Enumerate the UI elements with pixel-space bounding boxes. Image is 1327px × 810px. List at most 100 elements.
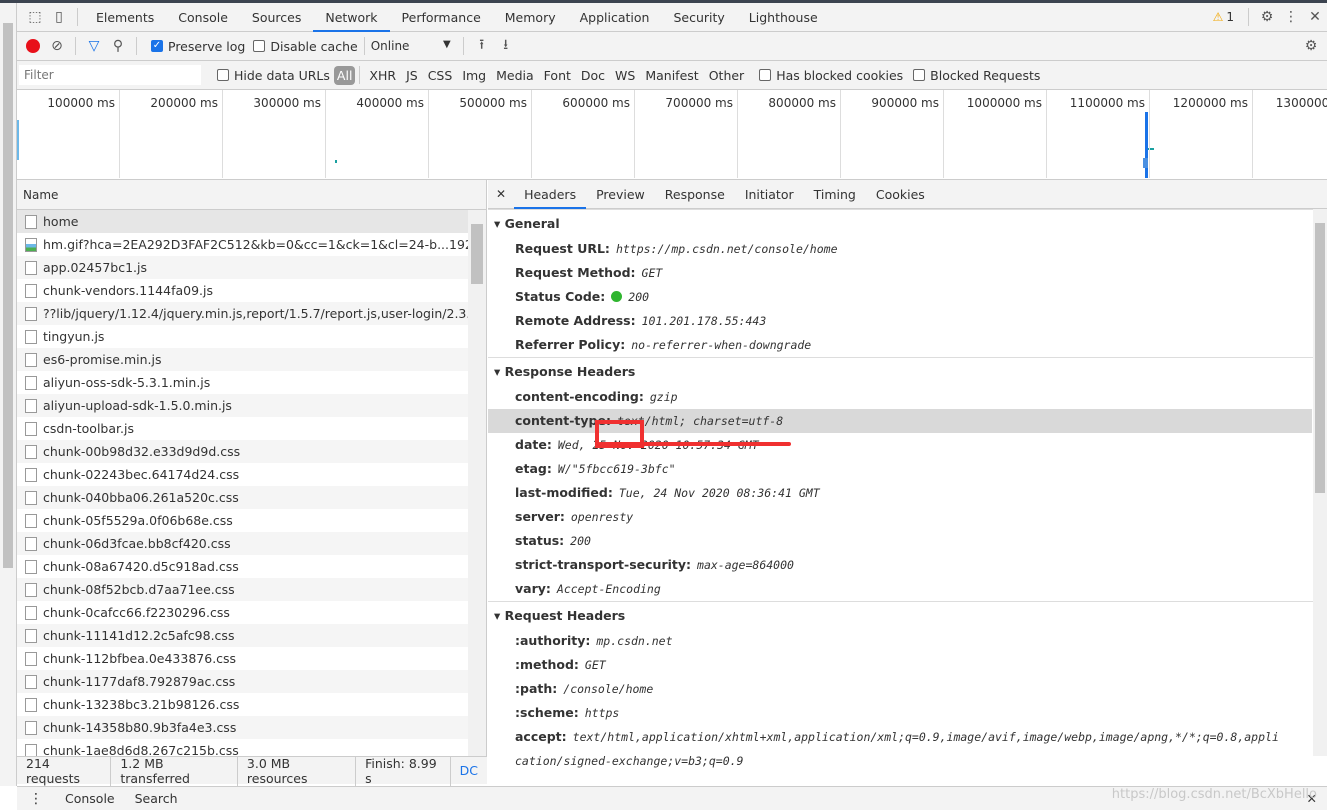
request-row[interactable]: chunk-00b98d32.e33d9d9d.css bbox=[17, 440, 468, 463]
tab-elements[interactable]: Elements bbox=[84, 3, 166, 32]
detail-scrollbar[interactable] bbox=[1313, 209, 1327, 756]
request-row[interactable]: chunk-08a67420.d5c918ad.css bbox=[17, 555, 468, 578]
drawer-tab-search[interactable]: Search bbox=[125, 791, 188, 806]
request-row[interactable]: ??lib/jquery/1.12.4/jquery.min.js,report… bbox=[17, 302, 468, 325]
throttling-value: Online bbox=[370, 39, 410, 53]
name-column-header[interactable]: Name bbox=[17, 180, 486, 210]
request-row[interactable]: app.02457bc1.js bbox=[17, 256, 468, 279]
tab-security[interactable]: Security bbox=[661, 3, 736, 32]
header-name: server: bbox=[515, 509, 565, 524]
request-row[interactable]: hm.gif?hca=2EA292D3FAF2C512&kb=0&cc=1&ck… bbox=[17, 233, 468, 256]
search-icon[interactable]: ⚲ bbox=[106, 34, 130, 58]
preserve-log-checkbox[interactable]: ✓ bbox=[151, 40, 163, 52]
request-row[interactable]: chunk-vendors.1144fa09.js bbox=[17, 279, 468, 302]
header-value: mp.csdn.net bbox=[596, 634, 673, 648]
detail-tab-headers[interactable]: Headers bbox=[514, 180, 587, 209]
request-row[interactable]: aliyun-oss-sdk-5.3.1.min.js bbox=[17, 371, 468, 394]
network-overview-timeline[interactable]: 100000 ms 200000 ms 300000 ms 400000 ms 5000… bbox=[17, 90, 1327, 180]
filter-type-img[interactable]: Img bbox=[457, 68, 491, 83]
tab-performance[interactable]: Performance bbox=[390, 3, 493, 32]
request-row[interactable]: aliyun-upload-sdk-1.5.0.min.js bbox=[17, 394, 468, 417]
filter-type-media[interactable]: Media bbox=[491, 68, 539, 83]
request-row[interactable]: chunk-040bba06.261a520c.css bbox=[17, 486, 468, 509]
filter-type-manifest[interactable]: Manifest bbox=[640, 68, 703, 83]
throttling-select[interactable]: Online ▼ bbox=[371, 39, 451, 53]
triangle-down-icon: ▾ bbox=[494, 216, 505, 231]
header-row: Referrer Policy: no-referrer-when-downgra… bbox=[488, 333, 1312, 357]
request-row[interactable]: es6-promise.min.js bbox=[17, 348, 468, 371]
hide-data-urls-checkbox[interactable] bbox=[217, 69, 229, 81]
detail-tab-initiator[interactable]: Initiator bbox=[735, 180, 804, 209]
filter-input[interactable]: Filter bbox=[19, 65, 201, 85]
request-row[interactable]: chunk-02243bec.64174d24.css bbox=[17, 463, 468, 486]
filter-type-doc[interactable]: Doc bbox=[576, 68, 610, 83]
request-list-scrollbar[interactable] bbox=[468, 210, 486, 756]
filter-type-js[interactable]: JS bbox=[401, 68, 423, 83]
section-title: Request Headers bbox=[504, 608, 626, 623]
document-file-icon bbox=[25, 284, 37, 298]
export-har-icon[interactable]: ⭳ bbox=[494, 34, 518, 58]
detail-tab-response[interactable]: Response bbox=[655, 180, 735, 209]
detail-tab-cookies[interactable]: Cookies bbox=[866, 180, 935, 209]
request-row[interactable]: chunk-05f5529a.0f06b68e.css bbox=[17, 509, 468, 532]
request-name: chunk-040bba06.261a520c.css bbox=[43, 490, 239, 505]
drawer-menu-icon[interactable]: ⋮ bbox=[17, 791, 55, 807]
tab-application[interactable]: Application bbox=[568, 3, 662, 32]
request-row[interactable]: csdn-toolbar.js bbox=[17, 417, 468, 440]
blocked-requests-checkbox[interactable] bbox=[913, 69, 926, 81]
detail-tab-timing[interactable]: Timing bbox=[804, 180, 866, 209]
header-row: Status Code: 200 bbox=[488, 285, 1312, 309]
clear-icon[interactable]: ⊘ bbox=[45, 34, 69, 58]
warning-icon[interactable]: ⚠ bbox=[1213, 10, 1224, 24]
request-row[interactable]: chunk-0cafcc66.f2230296.css bbox=[17, 601, 468, 624]
settings-icon[interactable]: ⚙ bbox=[1255, 5, 1279, 29]
disable-cache-checkbox[interactable] bbox=[253, 40, 266, 52]
more-options-icon[interactable]: ⋮ bbox=[1279, 5, 1303, 29]
device-toolbar-icon[interactable]: ▯ bbox=[47, 5, 71, 29]
scrollbar-thumb[interactable] bbox=[1315, 223, 1325, 493]
section-general[interactable]: ▾ General bbox=[488, 209, 1327, 237]
divider bbox=[77, 8, 78, 26]
warning-count[interactable]: 1 bbox=[1226, 10, 1234, 24]
filter-type-ws[interactable]: WS bbox=[610, 68, 640, 83]
page-scrollbar-thumb[interactable] bbox=[3, 23, 13, 568]
request-row[interactable]: chunk-08f52bcb.d7aa71ee.css bbox=[17, 578, 468, 601]
filter-type-all[interactable]: All bbox=[333, 65, 356, 85]
request-row[interactable]: chunk-11141d12.2c5afc98.css bbox=[17, 624, 468, 647]
request-row[interactable]: chunk-06d3fcae.bb8cf420.css bbox=[17, 532, 468, 555]
import-har-icon[interactable]: ⭱ bbox=[470, 34, 494, 58]
detail-tab-preview[interactable]: Preview bbox=[586, 180, 655, 209]
request-row[interactable]: home bbox=[17, 210, 468, 233]
has-blocked-cookies-checkbox[interactable] bbox=[759, 69, 772, 81]
tab-lighthouse[interactable]: Lighthouse bbox=[737, 3, 830, 32]
triangle-down-icon: ▾ bbox=[494, 608, 505, 623]
close-devtools-icon[interactable]: ✕ bbox=[1303, 5, 1327, 29]
inspect-element-icon[interactable]: ⬚ bbox=[23, 5, 47, 29]
header-value: GET bbox=[584, 658, 606, 672]
close-detail-icon[interactable]: ✕ bbox=[488, 187, 514, 201]
filter-type-css[interactable]: CSS bbox=[423, 68, 458, 83]
request-row[interactable]: tingyun.js bbox=[17, 325, 468, 348]
network-settings-icon[interactable]: ⚙ bbox=[1299, 34, 1323, 58]
filter-icon[interactable]: ▽ bbox=[82, 34, 106, 58]
section-request-headers[interactable]: ▾ Request Headers bbox=[488, 601, 1327, 629]
tab-memory[interactable]: Memory bbox=[493, 3, 568, 32]
section-response-headers[interactable]: ▾ Response Headers bbox=[488, 357, 1327, 385]
filter-type-other[interactable]: Other bbox=[704, 68, 750, 83]
request-row[interactable]: chunk-14358b80.9b3fa4e3.css bbox=[17, 716, 468, 739]
tab-console[interactable]: Console bbox=[166, 3, 240, 32]
request-row[interactable]: chunk-13238bc3.21b98126.css bbox=[17, 693, 468, 716]
filter-type-font[interactable]: Font bbox=[539, 68, 576, 83]
page-scrollbar[interactable] bbox=[0, 3, 17, 786]
filter-type-xhr[interactable]: XHR bbox=[364, 68, 401, 83]
request-name: chunk-0cafcc66.f2230296.css bbox=[43, 605, 230, 620]
record-button[interactable] bbox=[21, 34, 45, 58]
scrollbar-thumb[interactable] bbox=[471, 224, 483, 284]
tab-sources[interactable]: Sources bbox=[240, 3, 313, 32]
tab-network[interactable]: Network bbox=[313, 3, 390, 32]
header-name: status: bbox=[515, 533, 565, 548]
drawer-tab-console[interactable]: Console bbox=[55, 791, 125, 806]
request-row[interactable]: chunk-112bfbea.0e433876.css bbox=[17, 647, 468, 670]
header-row: vary: Accept-Encoding bbox=[488, 577, 1312, 601]
request-row[interactable]: chunk-1177daf8.792879ac.css bbox=[17, 670, 468, 693]
